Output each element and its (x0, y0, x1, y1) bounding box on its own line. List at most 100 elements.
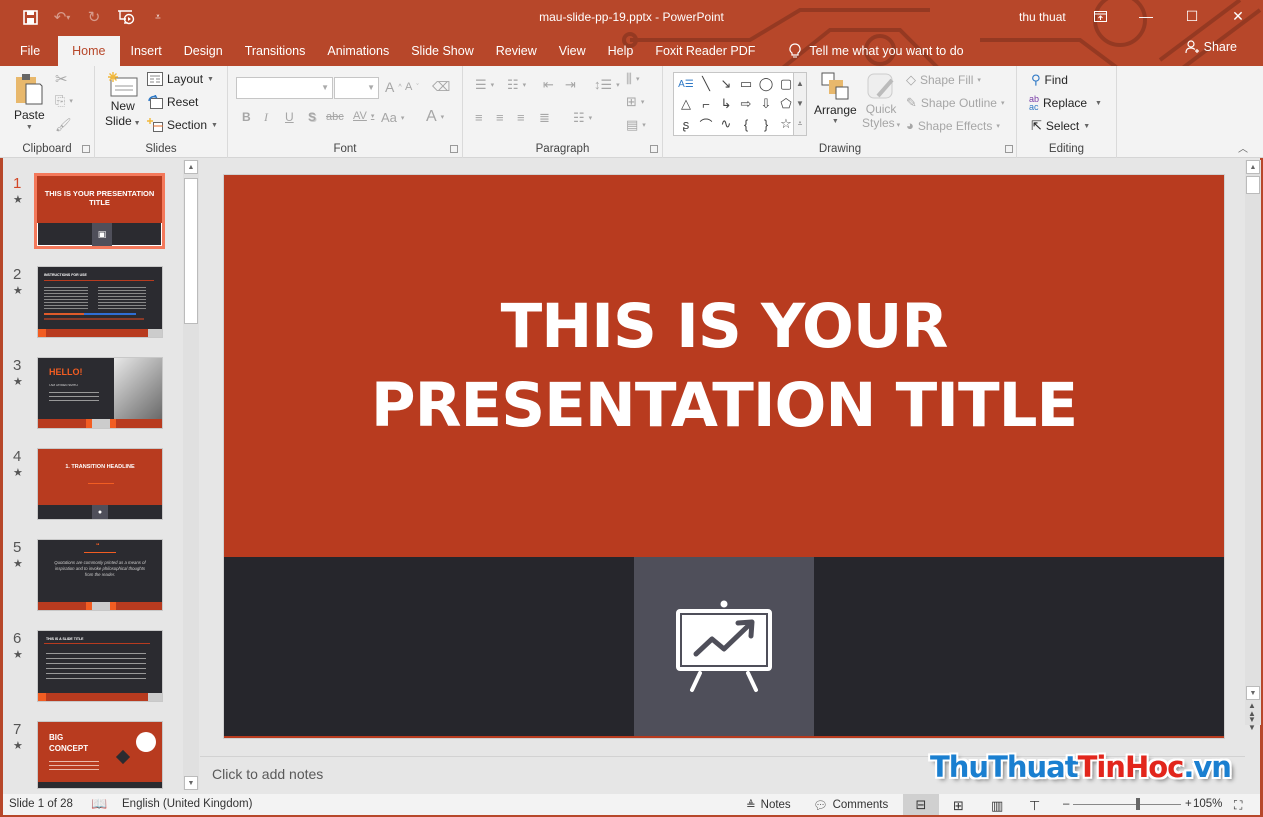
tab-help[interactable]: Help (597, 36, 645, 66)
font-dialog-launcher[interactable] (450, 145, 458, 153)
strikethrough-button[interactable]: abc (326, 111, 344, 123)
tab-design[interactable]: Design (173, 36, 234, 66)
fit-to-window-button[interactable]: ⛶ (1234, 798, 1242, 813)
align-right-icon[interactable]: ≡ (517, 110, 525, 125)
scroll-up-icon[interactable]: ▲ (1246, 160, 1260, 174)
tab-transitions[interactable]: Transitions (234, 36, 317, 66)
slide-show-view-button[interactable]: ⊤ (1029, 798, 1040, 814)
clipboard-dialog-launcher[interactable] (82, 145, 90, 153)
thumbnail-slide-7[interactable]: 7 ★ BIG CONCEPT (3, 721, 183, 797)
decrease-indent-icon[interactable]: ⇤ (543, 77, 554, 93)
close-icon[interactable]: ✕ (1215, 0, 1261, 32)
share-button[interactable]: Share (1185, 40, 1237, 54)
title-placeholder[interactable]: THIS IS YOUR PRESENTATION TITLE (224, 175, 1224, 557)
tab-home[interactable]: Home (58, 36, 120, 66)
notes-toggle[interactable]: ≜ Notes (746, 798, 791, 812)
thumbnail-slide-6[interactable]: 6 ★ THIS IS A SLIDE TITLE (3, 630, 183, 706)
copy-icon[interactable]: ⎘ ▾ (55, 93, 73, 109)
text-shadow-button[interactable]: S (308, 110, 316, 124)
paste-button[interactable]: Paste ▼ (14, 72, 45, 131)
bullets-icon[interactable]: ☰ ▾ (475, 77, 494, 93)
tell-me-search[interactable]: Tell me what you want to do (778, 36, 974, 66)
thumbnail-slide-3[interactable]: 3 ★ HELLO! I AM JAYDEN SMITH (3, 357, 183, 433)
scroll-thumb[interactable] (184, 178, 198, 324)
font-color-button[interactable]: A ▾ (426, 108, 444, 126)
line-spacing-icon[interactable]: ↕☰ ▾ (594, 77, 620, 93)
minimize-icon[interactable]: — (1123, 0, 1169, 32)
slide-thumbnail[interactable]: HELLO! I AM JAYDEN SMITH (37, 357, 163, 429)
slide-sorter-view-button[interactable]: ⊞ (953, 798, 964, 814)
collapse-ribbon-icon[interactable]: ︿ (1238, 140, 1248, 155)
tab-view[interactable]: View (548, 36, 597, 66)
slide-thumbnail[interactable]: THIS IS YOUR PRESENTATION TITLE ▣ (34, 173, 165, 249)
format-painter-icon[interactable]: 🖌 (55, 117, 72, 133)
bold-button[interactable]: B (242, 110, 251, 124)
scroll-thumb[interactable] (1246, 176, 1260, 194)
clear-formatting-icon[interactable]: ⌫ (432, 79, 450, 95)
slide-thumbnail[interactable]: BIG CONCEPT (37, 721, 163, 789)
ribbon-display-options-icon[interactable] (1077, 0, 1123, 32)
user-name[interactable]: thu thuat (1019, 10, 1066, 24)
align-left-icon[interactable]: ≡ (475, 110, 483, 125)
slide-thumbnail[interactable]: INSTRUCTIONS FOR USE (37, 266, 163, 338)
underline-button[interactable]: U (285, 110, 294, 124)
change-case-button[interactable]: Aa ▾ (381, 110, 404, 125)
cut-icon[interactable]: ✂ (55, 70, 68, 88)
reading-view-button[interactable]: ▥ (991, 798, 1003, 814)
slide-thumbnail[interactable]: 1. TRANSITION HEADLINE ● (37, 448, 163, 520)
font-size-select[interactable]: ▼ (334, 77, 379, 99)
new-slide-button[interactable]: New Slide ▼ (105, 72, 141, 131)
tab-insert[interactable]: Insert (120, 36, 173, 66)
replace-button[interactable]: ab ac Replace ▼ (1029, 95, 1102, 112)
thumbnail-slide-1[interactable]: 1 ★ THIS IS YOUR PRESENTATION TITLE ▣ (3, 173, 183, 251)
convert-to-smartart-icon[interactable]: ▤ ▾ (626, 117, 646, 133)
normal-view-button[interactable]: ⊟ (903, 794, 939, 815)
zoom-out-button[interactable]: – (1063, 798, 1069, 810)
tab-slide-show[interactable]: Slide Show (400, 36, 485, 66)
notes-placeholder[interactable]: Click to add notes (212, 766, 323, 782)
text-direction-icon[interactable]: ⫼ ▾ (626, 71, 640, 87)
drawing-dialog-launcher[interactable] (1005, 145, 1013, 153)
scroll-up-icon[interactable]: ▲ (184, 160, 198, 174)
italic-button[interactable]: I (264, 110, 268, 125)
zoom-in-button[interactable]: + (1185, 798, 1192, 810)
layout-button[interactable]: Layout ▼ (147, 72, 214, 86)
slide-thumbnail[interactable]: “ Quotations are commonly printed as a m… (37, 539, 163, 611)
columns-icon[interactable]: ☷ ▾ (573, 110, 592, 126)
slide-scrollbar[interactable]: ▲ ▼ ▲ ▲ ▼ ▼ (1245, 160, 1261, 732)
tab-review[interactable]: Review (485, 36, 548, 66)
zoom-slider-track[interactable] (1073, 804, 1181, 805)
zoom-slider-thumb[interactable] (1135, 798, 1140, 810)
select-button[interactable]: ⇱ Select ▼ (1031, 118, 1090, 134)
thumbnail-slide-2[interactable]: 2 ★ INSTRUCTIONS FOR USE (3, 266, 183, 342)
maximize-icon[interactable]: ☐ (1169, 0, 1215, 32)
align-center-icon[interactable]: ≡ (496, 110, 504, 125)
thumbnail-scrollbar[interactable]: ▲ ▼ (183, 160, 199, 790)
character-spacing-button[interactable]: AV ▾ (353, 110, 374, 122)
find-button[interactable]: ⚲ Find (1031, 72, 1068, 88)
paragraph-dialog-launcher[interactable] (650, 145, 658, 153)
justify-icon[interactable]: ≣ (539, 110, 550, 126)
next-slide-icon[interactable]: ▼ ▼ (1248, 716, 1256, 732)
current-slide[interactable]: THIS IS YOUR PRESENTATION TITLE (224, 175, 1224, 738)
increase-font-size-icon[interactable]: A ^ (385, 79, 402, 95)
scroll-down-icon[interactable]: ▼ (1246, 686, 1260, 700)
section-button[interactable]: Section ▼ (147, 118, 218, 132)
scroll-down-icon[interactable]: ▼ (184, 776, 198, 790)
zoom-level[interactable]: 105% (1193, 798, 1222, 810)
font-name-select[interactable]: ▼ (236, 77, 333, 99)
tab-foxit-reader-pdf[interactable]: Foxit Reader PDF (644, 36, 766, 66)
numbering-icon[interactable]: ☷ ▾ (507, 77, 526, 93)
slide-thumbnail[interactable]: THIS IS A SLIDE TITLE (37, 630, 163, 702)
increase-indent-icon[interactable]: ⇥ (565, 77, 576, 93)
thumbnail-slide-5[interactable]: 5 ★ “ Quotations are commonly printed as… (3, 539, 183, 615)
spell-check-icon[interactable]: 📖 (91, 796, 107, 812)
align-text-icon[interactable]: ⊞ ▾ (626, 94, 644, 110)
tab-animations[interactable]: Animations (316, 36, 400, 66)
comments-toggle[interactable]: 💬︎ Comments (813, 798, 888, 812)
slide-counter[interactable]: Slide 1 of 28 (9, 798, 73, 810)
thumbnail-slide-4[interactable]: 4 ★ 1. TRANSITION HEADLINE ● (3, 448, 183, 524)
reset-button[interactable]: Reset (147, 95, 198, 109)
decrease-font-size-icon[interactable]: Aˇ (405, 81, 419, 93)
tab-file[interactable]: File (0, 36, 58, 66)
